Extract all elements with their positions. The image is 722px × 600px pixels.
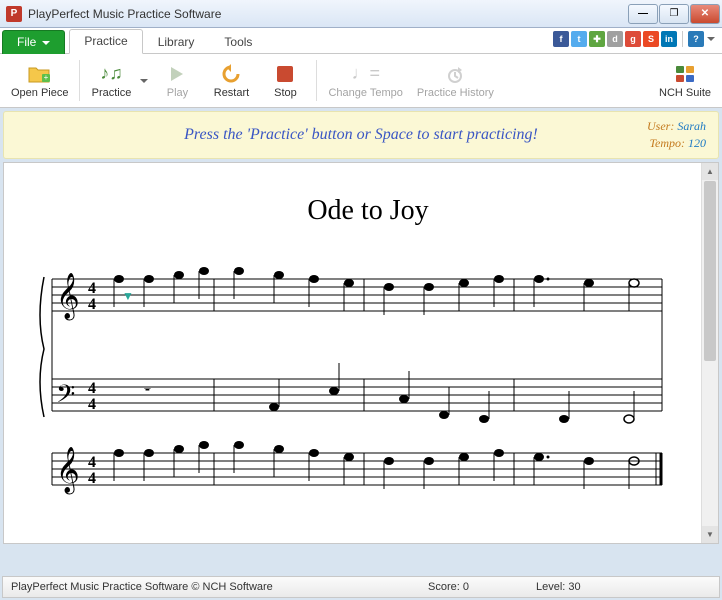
svg-text:𝄢: 𝄢 — [56, 381, 75, 414]
tab-tools[interactable]: Tools — [209, 30, 267, 54]
app-icon: P — [6, 6, 22, 22]
banner-message: Press the 'Practice' button or Space to … — [184, 126, 538, 144]
scrollbar[interactable]: ▲ ▼ — [701, 163, 718, 543]
score-content[interactable]: Ode to Joy ▼ 𝄞 𝄢 4 4 — [4, 163, 718, 543]
window-title: PlayPerfect Music Practice Software — [28, 7, 628, 21]
suite-label: NCH Suite — [659, 87, 711, 99]
info-banner: Press the 'Practice' button or Space to … — [3, 111, 719, 159]
toolbar-separator — [79, 60, 80, 101]
linkedin-icon[interactable]: in — [661, 31, 677, 47]
toolbar-separator — [316, 60, 317, 101]
user-value: Sarah — [677, 119, 706, 133]
restart-button[interactable]: Restart — [204, 56, 258, 105]
restart-label: Restart — [214, 87, 249, 99]
folder-open-icon: + — [26, 63, 54, 85]
playback-marker-icon: ▼ — [122, 289, 134, 303]
file-menu[interactable]: File — [2, 30, 65, 54]
svg-text:4: 4 — [88, 454, 96, 471]
practice-button[interactable]: ♪♫ Practice — [84, 56, 138, 105]
score-value: 0 — [463, 581, 469, 593]
change-tempo-button[interactable]: ♩= Change Tempo — [321, 56, 409, 105]
scroll-thumb[interactable] — [704, 181, 716, 361]
svg-text:𝄞: 𝄞 — [56, 447, 80, 495]
play-label: Play — [167, 87, 188, 99]
stumble-icon[interactable]: S — [643, 31, 659, 47]
help-icon[interactable]: ? — [688, 31, 704, 47]
maximize-button[interactable] — [659, 4, 689, 24]
practice-dropdown[interactable] — [138, 56, 150, 105]
piece-title: Ode to Joy — [34, 195, 702, 227]
stop-label: Stop — [274, 87, 297, 99]
level-value: 30 — [568, 581, 580, 593]
separator — [682, 31, 683, 47]
history-icon — [441, 63, 469, 85]
score-viewport: Ode to Joy ▼ 𝄞 𝄢 4 4 — [3, 162, 719, 544]
scroll-up-icon[interactable]: ▲ — [702, 163, 718, 180]
play-icon — [163, 63, 191, 85]
svg-text:+: + — [43, 73, 48, 82]
twitter-icon[interactable]: t — [571, 31, 587, 47]
nch-suite-button[interactable]: NCH Suite — [652, 56, 718, 105]
toolbar: + Open Piece ♪♫ Practice Play Restart St… — [0, 54, 722, 108]
menubar-right: ft✚dgSin ? — [553, 31, 716, 47]
facebook-icon[interactable]: f — [553, 31, 569, 47]
status-bar: PlayPerfect Music Practice Software © NC… — [2, 576, 720, 598]
metronome-icon: ♩= — [352, 63, 380, 85]
svg-text:4: 4 — [88, 380, 96, 397]
window-titlebar: P PlayPerfect Music Practice Software — [0, 0, 722, 28]
open-piece-button[interactable]: + Open Piece — [4, 56, 75, 105]
svg-text:𝄞: 𝄞 — [56, 273, 80, 321]
suite-icon — [671, 63, 699, 85]
status-product: PlayPerfect Music Practice Software © NC… — [11, 581, 361, 593]
stop-button[interactable]: Stop — [258, 56, 312, 105]
scroll-down-icon[interactable]: ▼ — [702, 526, 718, 543]
digg-icon[interactable]: d — [607, 31, 623, 47]
practice-label: Practice — [92, 87, 132, 99]
svg-text:4: 4 — [88, 296, 96, 313]
help-dropdown[interactable] — [706, 35, 716, 43]
share-icon[interactable]: ✚ — [589, 31, 605, 47]
tab-practice[interactable]: Practice — [69, 29, 142, 54]
svg-text:𝄻: 𝄻 — [144, 383, 151, 403]
close-button[interactable] — [690, 4, 720, 24]
play-button[interactable]: Play — [150, 56, 204, 105]
tab-library[interactable]: Library — [143, 30, 210, 54]
svg-text:4: 4 — [88, 280, 96, 297]
change-tempo-label: Change Tempo — [328, 87, 402, 99]
restart-icon — [217, 63, 245, 85]
tempo-value: 120 — [688, 136, 706, 150]
tempo-label: Tempo: — [649, 136, 685, 150]
svg-text:4: 4 — [88, 470, 96, 487]
open-piece-label: Open Piece — [11, 87, 68, 99]
user-label: User: — [647, 119, 674, 133]
minimize-button[interactable] — [628, 4, 658, 24]
stop-icon — [271, 63, 299, 85]
svg-text:4: 4 — [88, 396, 96, 413]
music-notes-icon: ♪♫ — [97, 63, 125, 85]
menubar: File Practice Library Tools ft✚dgSin ? — [0, 28, 722, 54]
history-label: Practice History — [417, 87, 494, 99]
level-label: Level: — [536, 581, 565, 593]
score-label: Score: — [428, 581, 460, 593]
practice-history-button[interactable]: Practice History — [410, 56, 501, 105]
google-icon[interactable]: g — [625, 31, 641, 47]
staff-system-2: 𝄞 4 4 — [34, 441, 664, 501]
